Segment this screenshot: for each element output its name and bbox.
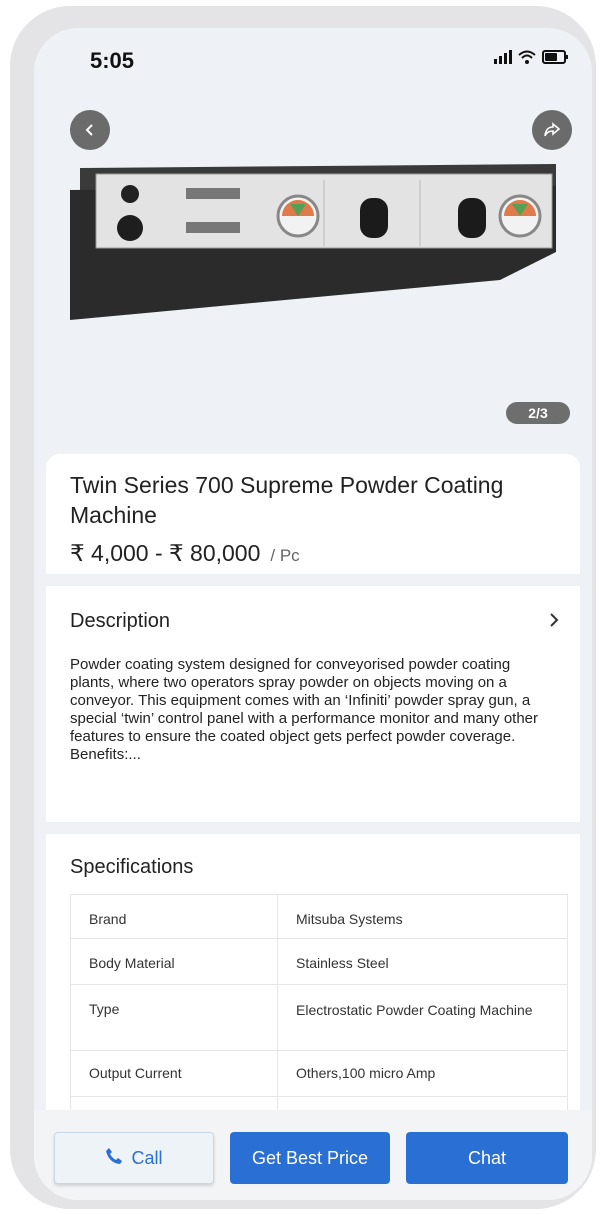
chat-button[interactable]: Chat bbox=[406, 1132, 568, 1184]
description-text: Powder coating system designed for conve… bbox=[70, 656, 558, 764]
price-unit: / Pc bbox=[270, 546, 300, 565]
specifications-heading: Specifications bbox=[70, 856, 194, 878]
table-row: Brand Mitsuba Systems bbox=[70, 894, 568, 939]
product-image-carousel[interactable]: 2/3 bbox=[34, 88, 592, 448]
back-arrow-icon bbox=[85, 124, 93, 136]
spec-value: Others,100 micro Amp bbox=[277, 1050, 568, 1097]
description-card[interactable]: Description Powder coating system design… bbox=[46, 586, 580, 822]
price-range: ₹ 4,000 - ₹ 80,000 bbox=[70, 540, 261, 566]
call-label: Call bbox=[131, 1147, 163, 1168]
back-button[interactable] bbox=[70, 110, 110, 150]
spec-label: Output Current bbox=[70, 1050, 278, 1097]
table-row: Body Material Stainless Steel bbox=[70, 938, 568, 985]
status-time: 5:05 bbox=[90, 48, 135, 73]
description-heading: Description bbox=[70, 610, 171, 632]
screen: 5:05 2/3 Twin Series 700 Supreme Powder … bbox=[34, 28, 592, 1200]
product-image bbox=[70, 164, 556, 320]
battery-icon bbox=[542, 50, 568, 64]
share-icon bbox=[544, 122, 561, 137]
description-more: Benefits:... bbox=[70, 746, 141, 763]
specifications-table: Brand Mitsuba Systems Body Material Stai… bbox=[70, 894, 568, 1127]
spec-label: Brand bbox=[70, 894, 278, 939]
signal-icon bbox=[494, 50, 512, 64]
chevron-right-icon[interactable] bbox=[548, 608, 560, 634]
status-icons bbox=[494, 50, 568, 64]
description-body: Powder coating system designed for conve… bbox=[70, 656, 539, 745]
table-row: Type Electrostatic Powder Coating Machin… bbox=[70, 984, 568, 1051]
spec-value: Electrostatic Powder Coating Machine bbox=[277, 984, 568, 1051]
call-button[interactable]: Call bbox=[54, 1132, 214, 1184]
get-best-price-button[interactable]: Get Best Price bbox=[230, 1132, 390, 1184]
page-indicator-badge: 2/3 bbox=[506, 402, 570, 424]
spec-value: Stainless Steel bbox=[277, 938, 568, 985]
product-summary-card: Twin Series 700 Supreme Powder Coating M… bbox=[46, 454, 580, 574]
spec-label: Type bbox=[70, 984, 278, 1051]
phone-frame: 5:05 2/3 Twin Series 700 Supreme Powder … bbox=[10, 6, 596, 1209]
bottom-action-bar: Call Get Best Price Chat bbox=[34, 1110, 592, 1200]
table-row: Output Current Others,100 micro Amp bbox=[70, 1050, 568, 1097]
phone-icon bbox=[105, 1147, 123, 1170]
spec-value: Mitsuba Systems bbox=[277, 894, 568, 939]
share-button[interactable] bbox=[532, 110, 572, 150]
product-title: Twin Series 700 Supreme Powder Coating M… bbox=[70, 472, 504, 528]
spec-label: Body Material bbox=[70, 938, 278, 985]
wifi-icon bbox=[518, 50, 536, 64]
price-row: ₹ 4,000 - ₹ 80,000 / Pc bbox=[70, 540, 300, 567]
specifications-card: Specifications Brand Mitsuba Systems Bod… bbox=[46, 834, 580, 1154]
